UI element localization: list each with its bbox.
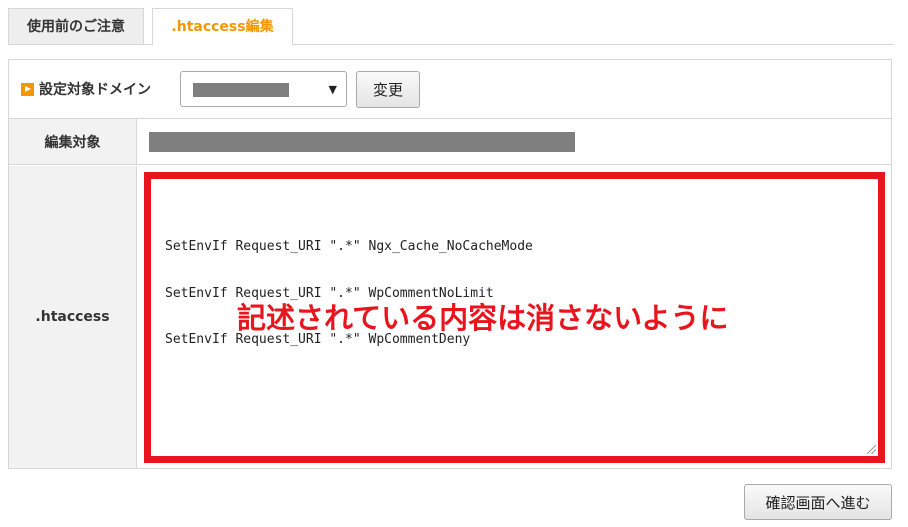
domain-select[interactable]: ▼ bbox=[180, 71, 347, 107]
redacted-domain bbox=[193, 83, 289, 97]
htaccess-code: SetEnvIf Request_URI ".*" Ngx_Cache_NoCa… bbox=[165, 208, 533, 379]
play-arrow-icon bbox=[21, 82, 34, 96]
edit-target-row: 編集対象 bbox=[9, 119, 891, 165]
domain-label-text: 設定対象ドメイン bbox=[39, 82, 151, 98]
chevron-down-icon: ▼ bbox=[328, 83, 337, 96]
domain-label: 設定対象ドメイン bbox=[21, 79, 151, 99]
redacted-target bbox=[149, 132, 575, 152]
tab-htaccess-edit[interactable]: .htaccess編集 bbox=[152, 8, 293, 45]
htaccess-row: .htaccess SetEnvIf Request_URI ".*" Ngx_… bbox=[9, 166, 891, 468]
edit-target-label: 編集対象 bbox=[9, 119, 137, 164]
settings-panel: 設定対象ドメイン ▼ 変更 編集対象 .htaccess SetEnvIf Re… bbox=[8, 59, 892, 469]
domain-row: 設定対象ドメイン ▼ 変更 bbox=[9, 60, 891, 119]
change-button[interactable]: 変更 bbox=[356, 71, 420, 108]
htaccess-textarea[interactable]: SetEnvIf Request_URI ".*" Ngx_Cache_NoCa… bbox=[144, 172, 885, 463]
tab-divider bbox=[8, 44, 894, 45]
code-line: SetEnvIf Request_URI ".*" Ngx_Cache_NoCa… bbox=[165, 239, 533, 254]
tab-bar: 使用前のご注意 .htaccess編集 bbox=[8, 8, 894, 45]
tab-precautions[interactable]: 使用前のご注意 bbox=[8, 8, 144, 44]
resize-handle-icon[interactable] bbox=[867, 445, 876, 454]
annotation-text: 記述されている内容は消さないように bbox=[237, 301, 729, 335]
htaccess-label: .htaccess bbox=[9, 166, 137, 468]
confirm-button[interactable]: 確認画面へ進む bbox=[744, 484, 892, 520]
